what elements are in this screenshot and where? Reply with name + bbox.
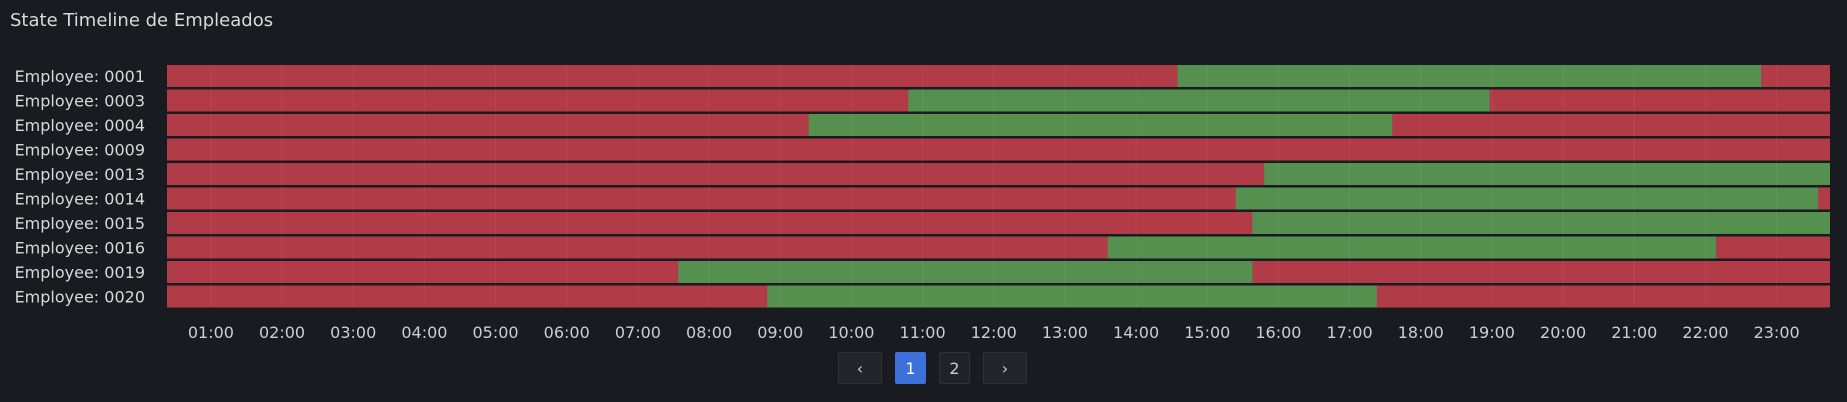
chevron-left-icon: ‹ <box>856 358 864 378</box>
state-bar-present <box>1177 65 1762 87</box>
row-label: Employee: 0001 <box>15 67 145 86</box>
x-tick-label: 08:00 <box>686 323 732 342</box>
x-tick-label: 21:00 <box>1611 323 1657 342</box>
x-tick-label: 23:00 <box>1754 323 1800 342</box>
x-tick-label: 02:00 <box>259 323 305 342</box>
x-tick-label: 22:00 <box>1682 323 1728 342</box>
x-tick-label: 09:00 <box>757 323 803 342</box>
x-tick-label: 04:00 <box>401 323 447 342</box>
x-tick-label: 14:00 <box>1113 323 1159 342</box>
x-tick-label: 03:00 <box>330 323 376 342</box>
x-tick-label: 18:00 <box>1398 323 1444 342</box>
row-label: Employee: 0009 <box>15 141 145 160</box>
row-label: Employee: 0004 <box>15 116 145 135</box>
state-bar-present <box>908 89 1490 112</box>
row-label: Employee: 0014 <box>15 190 145 209</box>
page-2-button[interactable]: 2 <box>939 352 970 384</box>
row-label: Employee: 0020 <box>15 288 145 307</box>
x-tick-label: 06:00 <box>544 323 590 342</box>
row-label: Employee: 0016 <box>15 239 145 258</box>
row-label: Employee: 0003 <box>15 92 145 111</box>
x-tick-label: 20:00 <box>1540 323 1586 342</box>
row-label: Employee: 0015 <box>15 214 145 233</box>
x-tick-label: 01:00 <box>188 323 234 342</box>
x-tick-label: 13:00 <box>1042 323 1088 342</box>
next-page-button[interactable]: › <box>983 352 1027 384</box>
x-tick-label: 05:00 <box>473 323 519 342</box>
state-bar-present <box>678 261 1253 283</box>
x-tick-label: 12:00 <box>971 323 1017 342</box>
prev-page-button[interactable]: ‹ <box>838 352 882 384</box>
state-bar-absent <box>167 138 1830 161</box>
x-tick-label: 19:00 <box>1469 323 1515 342</box>
x-tick-label: 17:00 <box>1327 323 1373 342</box>
x-tick-label: 15:00 <box>1184 323 1230 342</box>
state-bar-present <box>1107 236 1717 259</box>
page-1-button[interactable]: 1 <box>895 352 926 384</box>
x-tick-label: 07:00 <box>615 323 661 342</box>
chevron-right-icon: › <box>1001 358 1009 378</box>
state-bar-present <box>1264 163 1830 185</box>
state-bar-present <box>1235 187 1819 210</box>
pagination: ‹ 1 2 › <box>838 352 1027 384</box>
x-tick-label: 10:00 <box>828 323 874 342</box>
x-tick-label: 11:00 <box>900 323 946 342</box>
row-label: Employee: 0019 <box>15 263 145 282</box>
state-timeline-chart: Employee: 0001 Employee: 0003 Employee: 00… <box>15 65 1830 342</box>
state-bar-present <box>808 114 1393 136</box>
row-label: Employee: 0013 <box>15 165 145 184</box>
state-bar-present <box>767 285 1377 308</box>
state-bar-present <box>1252 212 1830 234</box>
x-tick-label: 16:00 <box>1255 323 1301 342</box>
